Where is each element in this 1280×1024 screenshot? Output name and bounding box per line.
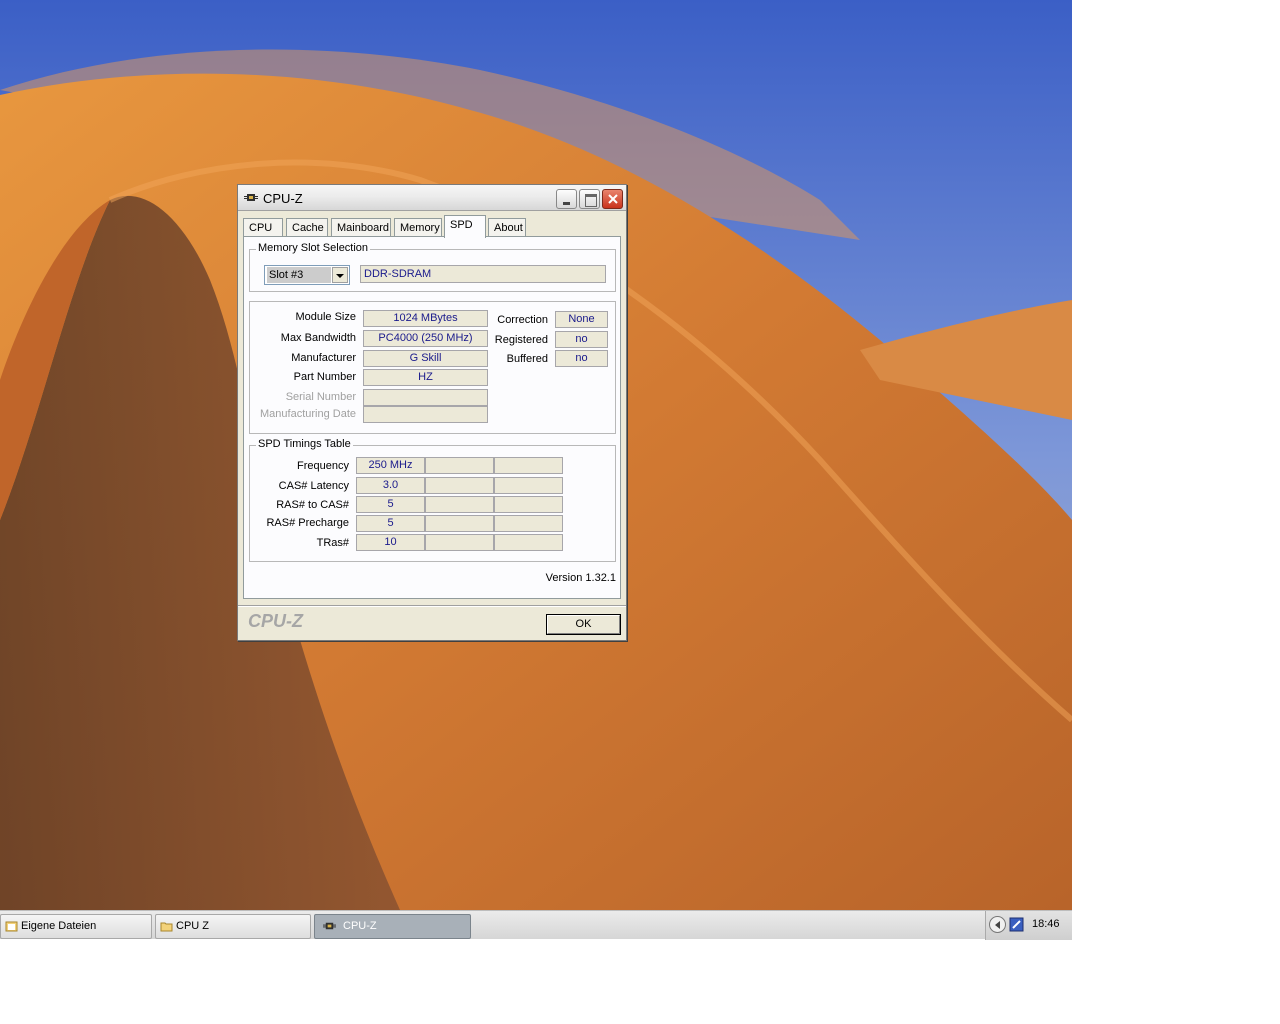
- registered-label: Registered: [494, 334, 548, 346]
- timing-value: 10: [356, 534, 425, 551]
- spd-timings-group: SPD Timings Table Frequency 250 MHz CAS#…: [249, 438, 616, 562]
- taskbar: Eigene Dateien CPU Z CPU-Z 18:46: [0, 910, 1072, 940]
- part-number-label: Part Number: [293, 371, 356, 383]
- timing-value: [425, 534, 494, 551]
- module-info-group: Module Size 1024 MBytes Max Bandwidth PC…: [249, 301, 616, 434]
- taskbar-item-cpuz-app[interactable]: CPU-Z: [314, 914, 471, 939]
- group-title: SPD Timings Table: [256, 438, 353, 450]
- manufacturer-label: Manufacturer: [291, 352, 356, 364]
- tray-app-icon[interactable]: [1009, 917, 1024, 932]
- tab-spd[interactable]: SPD: [444, 215, 486, 238]
- version-label: Version 1.32.1: [545, 572, 616, 584]
- tab-cpu[interactable]: CPU: [243, 218, 283, 237]
- memory-type-field: DDR-SDRAM: [360, 265, 606, 283]
- timing-value: 5: [356, 515, 425, 532]
- timing-label: CAS# Latency: [278, 480, 349, 492]
- manufacturing-date-value: [363, 406, 488, 423]
- title-bar[interactable]: CPU-Z: [238, 185, 626, 211]
- taskbar-item-eigene-dateien[interactable]: Eigene Dateien: [0, 914, 152, 939]
- serial-number-value: [363, 389, 488, 406]
- manufacturer-value: G Skill: [363, 350, 488, 367]
- serial-number-label: Serial Number: [285, 391, 356, 403]
- maximize-button[interactable]: [579, 189, 600, 209]
- memory-slot-selection-group: Memory Slot Selection Slot #3 DDR-SDRAM: [249, 242, 616, 292]
- timing-label: RAS# to CAS#: [276, 499, 349, 511]
- clock: 18:46: [1032, 918, 1060, 930]
- taskbar-item-label: CPU-Z: [343, 920, 377, 932]
- cpu-chip-icon: [323, 922, 336, 930]
- registered-value: no: [555, 331, 608, 348]
- spd-panel: Memory Slot Selection Slot #3 DDR-SDRAM …: [243, 236, 621, 599]
- cpuz-window[interactable]: CPU-Z CPU Cache Mainboard Memory SPD Abo…: [237, 184, 627, 641]
- timing-value: [425, 515, 494, 532]
- taskbar-item-label: CPU Z: [176, 920, 209, 932]
- tab-cache[interactable]: Cache: [286, 218, 328, 237]
- group-title: Memory Slot Selection: [256, 242, 371, 254]
- timing-value: [494, 457, 563, 474]
- system-tray: 18:46: [985, 911, 1072, 940]
- module-size-value: 1024 MBytes: [363, 310, 488, 327]
- folder-documents-icon: [5, 921, 18, 932]
- timing-value: [494, 496, 563, 513]
- module-size-label: Module Size: [295, 311, 356, 323]
- correction-value: None: [555, 311, 608, 328]
- timing-value: [425, 496, 494, 513]
- taskbar-item-cpu-z-folder[interactable]: CPU Z: [155, 914, 311, 939]
- max-bandwidth-label: Max Bandwidth: [280, 332, 356, 344]
- buffered-value: no: [555, 350, 608, 367]
- close-icon: [608, 194, 618, 204]
- taskbar-item-label: Eigene Dateien: [21, 920, 97, 932]
- timing-value: 3.0: [356, 477, 425, 494]
- buffered-label: Buffered: [506, 353, 548, 365]
- timing-value: [494, 477, 563, 494]
- footer-divider: [238, 605, 626, 607]
- brand-logo-text: CPU-Z: [248, 611, 303, 631]
- timing-label: TRas#: [316, 537, 349, 549]
- manufacturing-date-label: Manufacturing Date: [260, 408, 356, 420]
- timing-value: [425, 477, 494, 494]
- slot-select-value: Slot #3: [267, 267, 331, 283]
- ok-button[interactable]: OK: [546, 614, 621, 635]
- part-number-value: HZ: [363, 369, 488, 386]
- cpu-chip-icon: [244, 194, 258, 201]
- slot-select[interactable]: Slot #3: [264, 265, 350, 285]
- chevron-down-icon[interactable]: [332, 267, 348, 283]
- timing-label: Frequency: [297, 460, 349, 472]
- max-bandwidth-value: PC4000 (250 MHz): [363, 330, 488, 347]
- folder-icon: [160, 922, 173, 932]
- correction-label: Correction: [497, 314, 548, 326]
- tab-memory[interactable]: Memory: [394, 218, 442, 237]
- tab-about[interactable]: About: [488, 218, 526, 237]
- minimize-button[interactable]: [556, 189, 577, 209]
- chevron-left-icon[interactable]: [989, 916, 1006, 933]
- timing-value: 250 MHz: [356, 457, 425, 474]
- window-title: CPU-Z: [263, 191, 303, 206]
- timing-value: 5: [356, 496, 425, 513]
- close-button[interactable]: [602, 189, 623, 209]
- timing-value: [494, 534, 563, 551]
- timing-value: [494, 515, 563, 532]
- timing-value: [425, 457, 494, 474]
- tab-mainboard[interactable]: Mainboard: [331, 218, 391, 237]
- timing-label: RAS# Precharge: [266, 517, 349, 529]
